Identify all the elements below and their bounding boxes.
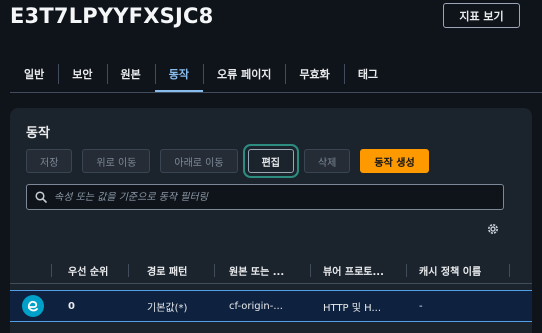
selection-cursor-icon	[22, 295, 44, 317]
move-up-button[interactable]: 위로 이동	[82, 149, 151, 173]
cell-viewer-protocol: HTTP 및 H...	[323, 302, 382, 314]
search-icon	[35, 191, 47, 203]
tabs-divider	[10, 92, 542, 93]
row-select-radio[interactable]	[10, 295, 52, 317]
column-header-path-pattern[interactable]: 경로 패턴	[129, 258, 215, 283]
column-header-cache-policy[interactable]: 캐시 정책 이름	[407, 258, 510, 283]
tab-behaviors[interactable]: 동작	[154, 56, 204, 92]
distribution-tabs: 일반 보안 원본 동작 오류 페이지 무효화 태그	[10, 56, 542, 92]
table-header: 우선 순위 경로 패턴 원본 또는 ... 뷰어 프로토... 캐시 정책 이름	[10, 258, 532, 284]
gear-icon[interactable]	[486, 222, 500, 236]
behaviors-table: 우선 순위 경로 패턴 원본 또는 ... 뷰어 프로토... 캐시 정책 이름…	[10, 258, 532, 322]
column-header-viewer-protocol[interactable]: 뷰어 프로토...	[311, 258, 407, 283]
cell-origin: cf-origin-...	[229, 300, 283, 312]
distribution-id-title: E3T7LPYYFXSJC8	[10, 4, 214, 28]
tab-tags[interactable]: 태그	[343, 56, 392, 92]
view-metrics-button[interactable]: 지표 보기	[443, 3, 520, 28]
behaviors-panel: 동작 저장 위로 이동 아래로 이동 편집 삭제 동작 생성 우선 순위 경로 …	[10, 108, 532, 333]
tab-security[interactable]: 보안	[58, 56, 106, 92]
column-header-priority[interactable]: 우선 순위	[52, 258, 129, 283]
cell-path-pattern: 기본값(*)	[147, 302, 188, 314]
tab-general[interactable]: 일반	[10, 56, 58, 92]
tab-error-pages[interactable]: 오류 페이지	[203, 56, 285, 92]
move-down-button[interactable]: 아래로 이동	[160, 149, 238, 173]
cell-cache-policy: -	[419, 300, 423, 312]
cell-priority: 0	[68, 300, 75, 312]
column-header-origin[interactable]: 원본 또는 ...	[215, 258, 311, 283]
edit-button[interactable]: 편집	[247, 149, 294, 173]
panel-title: 동작	[26, 126, 50, 141]
table-row[interactable]: 0 기본값(*) cf-origin-... HTTP 및 H... -	[10, 290, 532, 322]
filter-input[interactable]	[54, 191, 503, 203]
save-button[interactable]: 저장	[26, 149, 73, 173]
create-behavior-button[interactable]: 동작 생성	[360, 149, 429, 173]
select-column-header	[10, 258, 52, 283]
tab-invalidations[interactable]: 무효화	[285, 56, 343, 92]
filter-box	[26, 184, 504, 210]
delete-button[interactable]: 삭제	[303, 149, 351, 173]
action-bar: 저장 위로 이동 아래로 이동 편집 삭제 동작 생성	[26, 149, 429, 175]
tab-origins[interactable]: 원본	[106, 56, 155, 92]
